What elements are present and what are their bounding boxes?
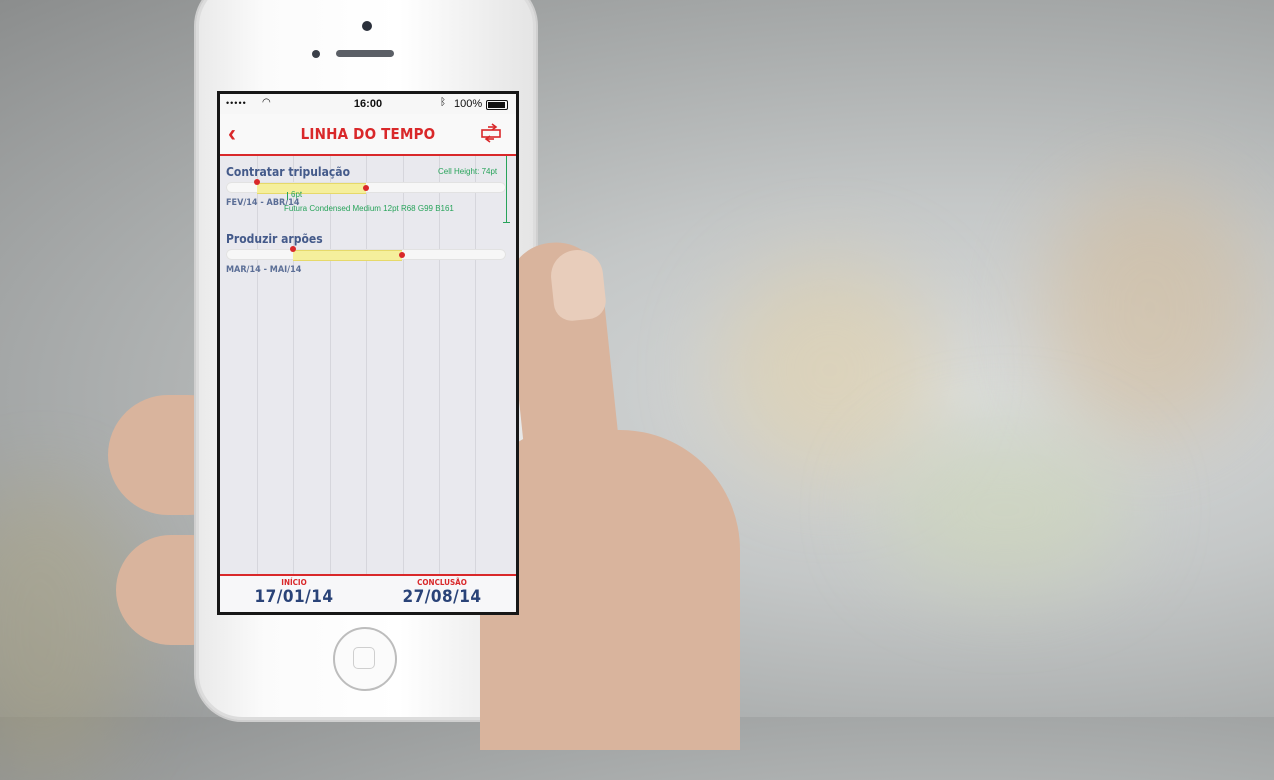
task-dates: MAR/14 - MAI/14 xyxy=(226,265,302,275)
task-track xyxy=(226,179,506,194)
month-gridline xyxy=(293,156,294,574)
cell-height-marker xyxy=(506,156,507,222)
task-end-handle[interactable] xyxy=(399,252,405,258)
month-gridline xyxy=(475,156,476,574)
task-track xyxy=(226,246,506,261)
task-bar[interactable] xyxy=(293,250,402,261)
bluetooth-icon: ᛒ xyxy=(440,97,446,108)
task-start-handle[interactable] xyxy=(254,179,260,185)
timeline-area[interactable]: Contratar tripulação FEV/14 - ABR/14 Cel… xyxy=(220,156,516,574)
page-title: LINHA DO TEMPO xyxy=(300,125,436,143)
task-bar[interactable] xyxy=(257,183,366,194)
status-bar: ••••• ◠ 16:00 ᛒ 100% xyxy=(220,94,516,114)
background-blur xyxy=(1040,180,1260,440)
month-gridline xyxy=(257,156,258,574)
background-blur xyxy=(720,260,940,480)
task-start-handle[interactable] xyxy=(290,246,296,252)
spacing-annotation: 6pt xyxy=(291,190,303,199)
app-screen: ••••• ◠ 16:00 ᛒ 100% ‹ LINHA DO TEMPO Co… xyxy=(217,91,519,615)
share-icon[interactable] xyxy=(480,122,502,144)
font-spec-annotation: Futura Condensed Medium 12pt R68 G99 B16… xyxy=(284,204,454,213)
home-button[interactable] xyxy=(333,627,397,691)
battery-icon xyxy=(486,100,508,110)
month-gridline xyxy=(330,156,331,574)
end-label: CONCLUSÃO xyxy=(417,578,467,587)
earpiece-speaker xyxy=(336,50,394,57)
cell-height-annotation: Cell Height: 74pt xyxy=(438,167,498,176)
month-gridline xyxy=(403,156,404,574)
start-label: INÍCIO xyxy=(281,578,307,587)
proximity-sensor xyxy=(312,50,320,58)
timeline-footer: INÍCIO 17/01/14 CONCLUSÃO 27/08/14 xyxy=(220,574,516,612)
front-camera xyxy=(362,21,372,31)
hand-palm xyxy=(480,430,740,750)
background-blur xyxy=(880,430,1130,590)
spacing-marker xyxy=(287,192,288,200)
task-title[interactable]: Produzir arpões xyxy=(226,232,323,246)
month-gridline xyxy=(366,156,367,574)
end-date: 27/08/14 xyxy=(402,587,482,607)
task-end-handle[interactable] xyxy=(363,185,369,191)
month-gridline xyxy=(439,156,440,574)
end-date-block[interactable]: CONCLUSÃO 27/08/14 xyxy=(368,578,516,607)
thumbnail-nail xyxy=(548,247,608,323)
navigation-bar: ‹ LINHA DO TEMPO xyxy=(220,114,516,156)
background-blur xyxy=(0,480,140,780)
cell-height-marker-cap xyxy=(503,222,510,223)
task-title[interactable]: Contratar tripulação xyxy=(226,165,350,179)
start-date: 17/01/14 xyxy=(254,587,334,607)
start-date-block[interactable]: INÍCIO 17/01/14 xyxy=(220,578,368,607)
battery-percent: 100% xyxy=(454,98,483,110)
